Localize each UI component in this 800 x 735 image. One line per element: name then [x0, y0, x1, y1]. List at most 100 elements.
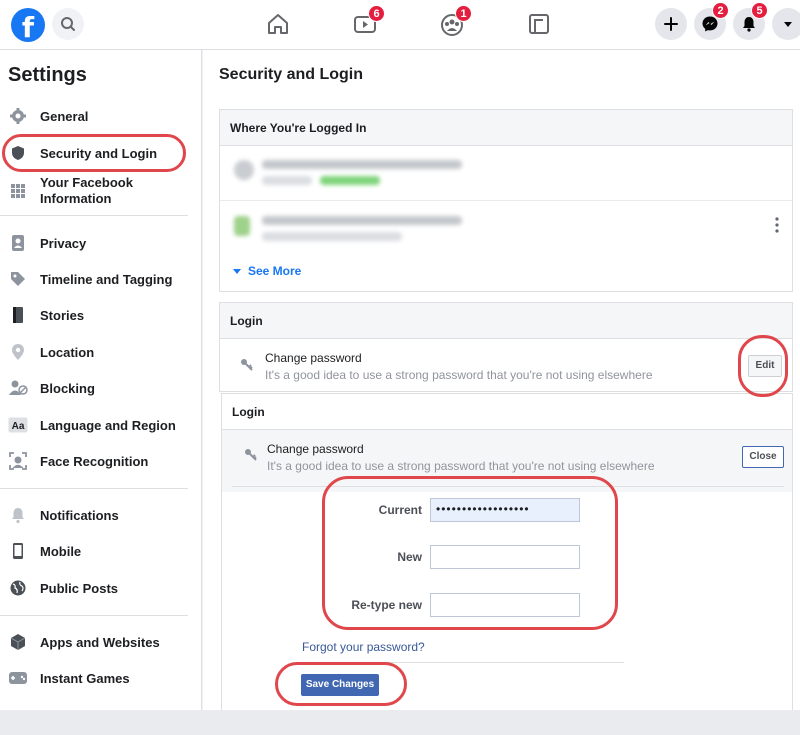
- search-icon: [61, 17, 75, 31]
- sidebar-item-mobile[interactable]: Mobile: [6, 536, 192, 566]
- sidebar-item-label: General: [40, 108, 89, 124]
- groups-badge: 1: [455, 5, 472, 22]
- settings-sidebar: Settings General Security and Login Your…: [0, 50, 202, 710]
- sidebar-item-stories[interactable]: Stories: [6, 300, 192, 330]
- device-icon: [234, 160, 254, 180]
- highlight-annotation: [738, 335, 788, 397]
- page-bottom-strip: [0, 710, 800, 735]
- pin-icon: [8, 342, 28, 362]
- notifications-badge: 5: [751, 2, 768, 19]
- sidebar-item-label: Instant Games: [40, 670, 130, 686]
- gaming-icon: [529, 14, 549, 34]
- sidebar-item-privacy[interactable]: Privacy: [6, 228, 192, 258]
- login-card: Login Change password It's a good idea t…: [219, 302, 793, 392]
- sidebar-divider: [0, 488, 188, 489]
- globe-icon: [8, 578, 28, 598]
- sidebar-item-notifications[interactable]: Notifications: [6, 500, 192, 530]
- video-tab[interactable]: 6: [350, 5, 385, 38]
- key-icon: [244, 448, 258, 467]
- sidebar-item-label: Stories: [40, 307, 85, 323]
- see-more-link[interactable]: See More: [232, 264, 301, 278]
- session-row[interactable]: [230, 156, 730, 196]
- change-password-title: Change password: [265, 351, 362, 365]
- grid-icon: [8, 181, 28, 201]
- messenger-badge: 2: [712, 2, 729, 19]
- gaming-tab[interactable]: [524, 10, 554, 38]
- device-icon: [234, 216, 250, 236]
- groups-tab[interactable]: 1: [437, 5, 472, 38]
- highlight-annotation: [2, 134, 186, 172]
- close-button[interactable]: Close: [742, 446, 784, 468]
- lock-person-icon: [8, 233, 28, 253]
- sidebar-item-face-recognition[interactable]: Face Recognition: [6, 446, 192, 476]
- phone-icon: [8, 541, 28, 561]
- main-content: Security and Login Where You're Logged I…: [203, 50, 800, 710]
- gear-icon: [8, 106, 28, 126]
- session-location-text: [262, 176, 312, 185]
- sidebar-item-label: Language and Region: [40, 417, 176, 433]
- more-options-icon[interactable]: [770, 216, 784, 234]
- home-tab[interactable]: [263, 10, 293, 38]
- sidebar-item-label: Mobile: [40, 543, 82, 559]
- facebook-logo[interactable]: f: [11, 8, 45, 42]
- change-password-row: Change password It's a good idea to use …: [265, 351, 653, 382]
- change-password-description: It's a good idea to use a strong passwor…: [265, 368, 653, 382]
- video-badge: 6: [368, 5, 385, 22]
- highlight-annotation: [275, 662, 407, 706]
- highlight-annotation: [322, 476, 618, 630]
- sidebar-item-general[interactable]: General: [6, 101, 192, 131]
- gamepad-icon: [8, 668, 28, 688]
- sidebar-item-label: Notifications: [40, 507, 119, 523]
- sidebar-item-label: Timeline and Tagging: [40, 271, 173, 287]
- svg-text:Aa: Aa: [12, 421, 25, 432]
- change-password-description: It's a good idea to use a strong passwor…: [267, 459, 655, 473]
- sidebar-divider: [0, 215, 188, 216]
- change-password-row: Change password It's a good idea to use …: [267, 442, 655, 473]
- caret-down-icon: [784, 22, 792, 27]
- sidebar-item-label: Privacy: [40, 235, 87, 251]
- create-button[interactable]: [655, 8, 687, 40]
- page-title: Security and Login: [219, 66, 364, 83]
- sidebar-item-your-facebook-information[interactable]: Your Facebook Information: [6, 172, 192, 210]
- row-divider: [220, 200, 792, 201]
- block-user-icon: [8, 378, 28, 398]
- login-expanded-header: Login: [222, 394, 792, 430]
- forgot-password-link[interactable]: Forgot your password?: [302, 640, 425, 654]
- session-row[interactable]: [230, 210, 730, 250]
- top-navigation-bar: f 6 1 2 5: [0, 0, 800, 50]
- sidebar-item-label: Blocking: [40, 380, 95, 396]
- home-icon: [268, 14, 288, 34]
- cube-icon: [8, 632, 28, 652]
- language-icon: Aa: [8, 415, 28, 435]
- tag-icon: [8, 269, 28, 289]
- logged-in-header: Where You're Logged In: [220, 110, 792, 146]
- sidebar-item-label: Apps and Websites: [40, 634, 160, 650]
- logged-in-card: Where You're Logged In See More: [219, 109, 793, 292]
- sidebar-title: Settings: [8, 64, 87, 86]
- login-header: Login: [220, 303, 792, 339]
- face-scan-icon: [8, 451, 28, 471]
- book-icon: [8, 305, 28, 325]
- sidebar-item-label: Public Posts: [40, 580, 119, 596]
- key-icon: [240, 358, 254, 377]
- bell-icon: [8, 505, 28, 525]
- sidebar-item-language-and-region[interactable]: Aa Language and Region: [6, 410, 192, 440]
- change-password-title: Change password: [267, 442, 364, 456]
- sidebar-item-location[interactable]: Location: [6, 337, 192, 367]
- sidebar-item-apps-and-websites[interactable]: Apps and Websites: [6, 627, 192, 657]
- search-button[interactable]: [52, 8, 84, 40]
- sidebar-item-public-posts[interactable]: Public Posts: [6, 573, 192, 603]
- sidebar-item-blocking[interactable]: Blocking: [6, 373, 192, 403]
- sidebar-item-label: Face Recognition: [40, 453, 149, 469]
- sidebar-item-label: Location: [40, 344, 95, 360]
- notifications-button[interactable]: 5: [733, 2, 768, 40]
- session-device-text: [262, 216, 462, 225]
- sidebar-divider: [0, 615, 188, 616]
- account-menu-button[interactable]: [772, 8, 800, 40]
- session-location-text: [262, 232, 402, 241]
- chevron-down-icon: [233, 269, 241, 274]
- messenger-button[interactable]: 2: [694, 2, 729, 40]
- sidebar-item-label: Your Facebook Information: [40, 175, 133, 206]
- sidebar-item-timeline-and-tagging[interactable]: Timeline and Tagging: [6, 264, 192, 294]
- sidebar-item-instant-games[interactable]: Instant Games: [6, 663, 192, 693]
